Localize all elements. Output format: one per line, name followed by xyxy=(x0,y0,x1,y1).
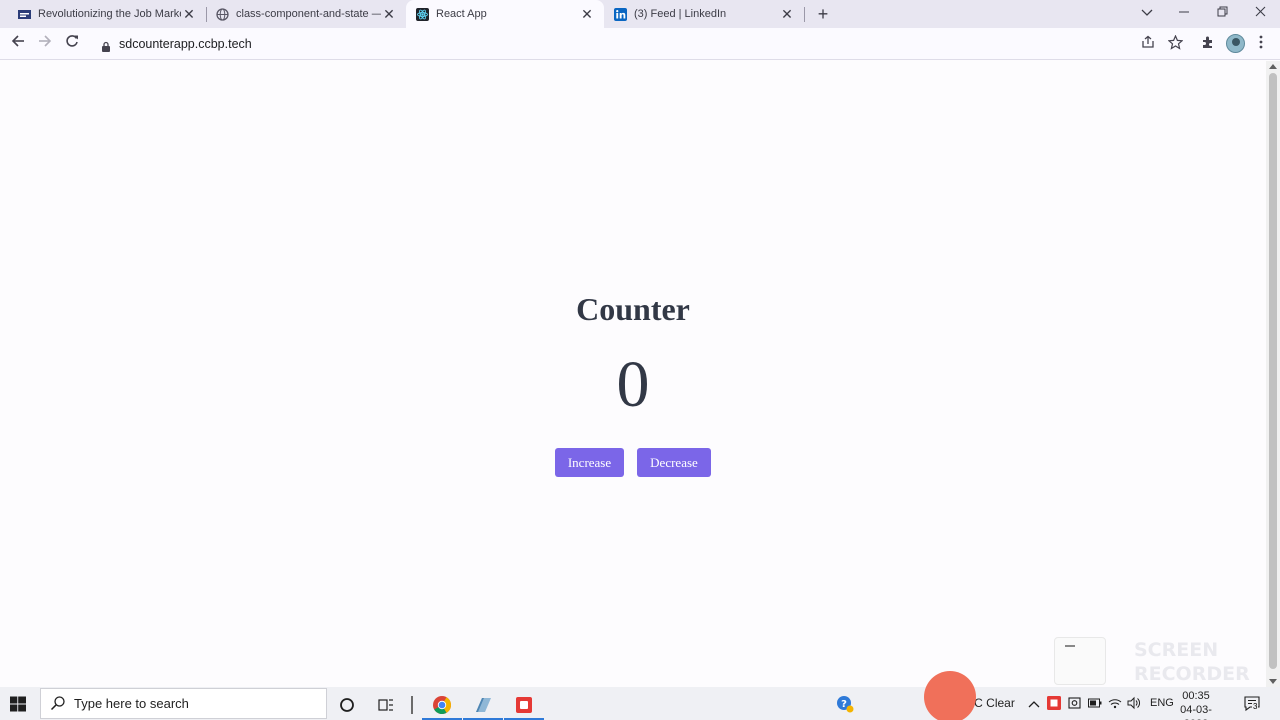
windows-start-icon[interactable] xyxy=(10,696,26,712)
scroll-up-arrow-icon[interactable] xyxy=(1269,64,1277,69)
lock-icon xyxy=(101,39,111,52)
menu-kebab-icon[interactable] xyxy=(1252,35,1270,53)
close-tab-icon[interactable]: ✕ xyxy=(579,6,595,22)
counter-app: Counter 0 Increase Decrease xyxy=(0,61,1266,687)
clock-time: 00:35 xyxy=(1182,690,1210,702)
restore-icon[interactable] xyxy=(1211,4,1233,22)
search-placeholder: Type here to search xyxy=(74,696,189,711)
share-icon[interactable] xyxy=(1139,35,1157,53)
url-text: sdcounterapp.ccbp.tech xyxy=(119,37,252,51)
tab-strip: Revolutionizing the Job Market | ✕ class… xyxy=(0,0,1280,28)
increase-button[interactable]: Increase xyxy=(555,448,624,477)
clock-date: 04-03-2022 xyxy=(1180,704,1212,720)
help-icon[interactable]: ? xyxy=(836,695,854,716)
recorder-line: SCREEN xyxy=(1134,639,1219,661)
tab-revolutionizing[interactable]: Revolutionizing the Job Market | ✕ xyxy=(0,0,206,28)
counter-value: 0 xyxy=(616,348,650,421)
windows-taskbar: Type here to search ? 26°C Clear ENG 00:… xyxy=(0,687,1280,720)
close-tab-icon[interactable]: ✕ xyxy=(381,6,397,22)
extensions-icon[interactable] xyxy=(1199,35,1217,53)
scrollbar-thumb[interactable] xyxy=(1269,73,1277,669)
reload-button[interactable] xyxy=(62,34,82,54)
chrome-taskbar-icon[interactable] xyxy=(422,689,462,720)
system-clock[interactable]: 00:35 04-03-2022 xyxy=(1172,689,1220,720)
back-button[interactable] xyxy=(8,34,28,54)
recorder-tray-icon[interactable] xyxy=(1047,696,1061,713)
scroll-down-arrow-icon[interactable] xyxy=(1269,679,1277,684)
notification-center-icon[interactable]: 3 xyxy=(1244,696,1260,712)
notification-count: 3 xyxy=(1252,702,1259,711)
page-viewport: Counter 0 Increase Decrease xyxy=(0,61,1266,687)
screen-recorder-taskbar-icon[interactable] xyxy=(504,689,544,720)
recorder-widget[interactable] xyxy=(1054,637,1106,685)
tab-separator xyxy=(804,7,805,22)
new-tab-button[interactable]: + xyxy=(814,5,832,23)
battery-icon[interactable] xyxy=(1088,697,1102,711)
minimize-icon[interactable] xyxy=(1173,4,1195,22)
search-icon xyxy=(50,695,68,713)
forward-button[interactable] xyxy=(35,34,55,54)
recorder-line: RECORDER xyxy=(1134,663,1250,685)
wifi-icon[interactable] xyxy=(1108,695,1122,712)
tab-react-app[interactable]: React App ✕ xyxy=(406,0,604,28)
recorder-floating-button[interactable] xyxy=(924,671,976,720)
linkedin-icon xyxy=(614,7,627,21)
tab-search-chevron-icon[interactable] xyxy=(1136,4,1158,22)
tab-title: React App xyxy=(436,8,487,20)
tab-title: Revolutionizing the Job Market | xyxy=(38,8,181,20)
react-icon xyxy=(416,7,429,21)
counter-heading: Counter xyxy=(576,291,690,327)
tab-linkedin[interactable]: (3) Feed | LinkedIn ✕ xyxy=(604,0,804,28)
profile-avatar[interactable] xyxy=(1226,34,1245,53)
tab-title: (3) Feed | LinkedIn xyxy=(634,8,727,20)
browser-toolbar: sdcounterapp.ccbp.tech xyxy=(0,28,1280,60)
decrease-button[interactable]: Decrease xyxy=(637,448,711,477)
address-bar[interactable]: sdcounterapp.ccbp.tech xyxy=(90,31,1190,57)
recorder-watermark: SCREEN RECORDER xyxy=(1134,638,1250,686)
camera-tray-icon[interactable] xyxy=(1068,696,1082,713)
show-hidden-icons-chevron-icon[interactable] xyxy=(1028,697,1040,711)
input-language[interactable]: ENG xyxy=(1150,697,1174,709)
bookmark-star-icon[interactable] xyxy=(1166,34,1184,53)
close-window-icon[interactable] xyxy=(1249,4,1271,22)
close-tab-icon[interactable]: ✕ xyxy=(181,6,197,22)
taskbar-search-box[interactable]: Type here to search xyxy=(40,688,327,719)
volume-icon[interactable] xyxy=(1127,696,1141,713)
svg-text:?: ? xyxy=(841,699,847,710)
nxtwave-icon xyxy=(18,8,31,21)
tab-class-component[interactable]: class-component-and-state — C ✕ xyxy=(198,0,406,28)
close-tab-icon[interactable]: ✕ xyxy=(779,6,795,22)
tab-title: class-component-and-state — C xyxy=(236,8,381,20)
globe-icon xyxy=(216,7,229,21)
app-taskbar-icon[interactable] xyxy=(463,689,503,720)
cortana-icon[interactable] xyxy=(327,689,367,720)
counter-buttons: Increase Decrease xyxy=(555,448,711,477)
vertical-scrollbar[interactable] xyxy=(1266,61,1280,687)
